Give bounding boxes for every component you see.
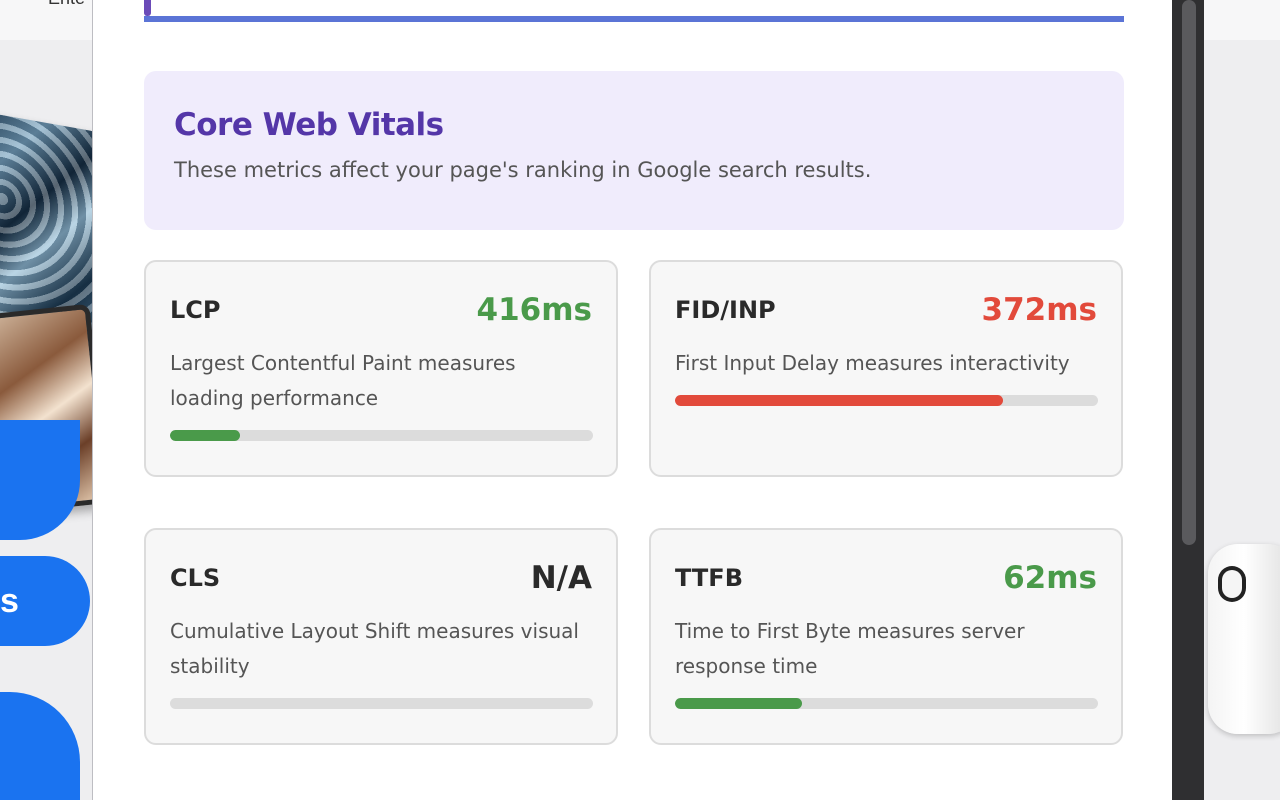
- metric-card-ttfb: TTFB 62ms Time to First Byte measures se…: [649, 528, 1123, 745]
- metric-progress-fill: [675, 395, 1003, 406]
- metric-description: Time to First Byte measures server respo…: [675, 619, 1025, 678]
- metric-description: First Input Delay measures interactivity: [675, 351, 1070, 375]
- metric-name: LCP: [170, 296, 221, 324]
- core-web-vitals-banner: Core Web Vitals These metrics affect you…: [144, 71, 1124, 230]
- metric-card-cls: CLS N/A Cumulative Layout Shift measures…: [144, 528, 618, 745]
- section-description: These metrics affect your page's ranking…: [174, 158, 872, 183]
- metric-description: Largest Contentful Paint measures loadin…: [170, 351, 516, 410]
- metric-value: 372ms: [981, 292, 1097, 328]
- message-bubble-image: [0, 692, 80, 800]
- metric-value: N/A: [530, 560, 592, 596]
- metric-name: TTFB: [675, 564, 743, 592]
- metric-progress-bar: [675, 698, 1098, 709]
- panel-scrollbar[interactable]: [1172, 0, 1204, 800]
- background-product-imagery-right: [1204, 40, 1280, 800]
- background-nav-link: Ente: [48, 0, 85, 9]
- metric-card-lcp: LCP 416ms Largest Contentful Paint measu…: [144, 260, 618, 477]
- metric-progress-bar: [675, 395, 1098, 406]
- metric-progress-bar: [170, 430, 593, 441]
- metric-value: 62ms: [1003, 560, 1097, 596]
- metric-name: FID/INP: [675, 296, 776, 324]
- metric-description: Cumulative Layout Shift measures visual …: [170, 619, 579, 678]
- performance-panel: Core Web Vitals These metrics affect you…: [92, 0, 1173, 800]
- metric-progress-bar: [170, 698, 593, 709]
- section-title: Core Web Vitals: [174, 107, 444, 143]
- metric-progress-fill: [170, 430, 240, 441]
- metric-name: CLS: [170, 564, 221, 592]
- panel-header-divider: [144, 0, 1124, 22]
- scrollbar-thumb[interactable]: [1182, 0, 1196, 545]
- metric-progress-fill: [675, 698, 802, 709]
- message-bubble-image: s: [0, 556, 90, 646]
- metric-value: 416ms: [476, 292, 592, 328]
- background-product-imagery: s: [0, 40, 94, 800]
- earbuds-case-image: [1208, 544, 1280, 734]
- metric-card-fid-inp: FID/INP 372ms First Input Delay measures…: [649, 260, 1123, 477]
- message-bubble-image: [0, 420, 80, 540]
